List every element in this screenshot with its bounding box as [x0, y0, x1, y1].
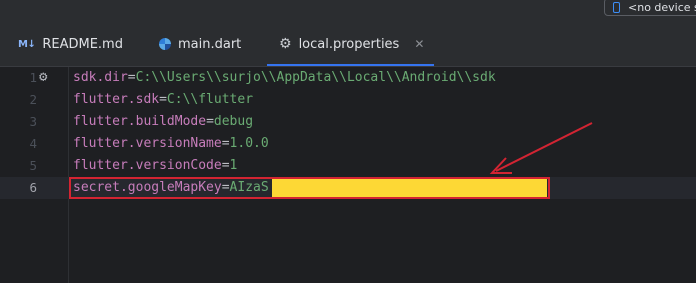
dart-icon [159, 38, 171, 50]
code-editor[interactable]: 1 ⚙ sdk.dir=C:\\Users\\surjo\\AppData\\L… [0, 67, 696, 283]
tab-label: main.dart [178, 36, 242, 52]
phone-icon [613, 1, 620, 13]
markdown-icon: M↓ [18, 38, 36, 50]
tab-readme[interactable]: M↓ README.md [18, 22, 123, 66]
tab-label: local.properties [298, 36, 400, 52]
editor-tab-bar: M↓ README.md main.dart ⚙ local.propertie… [0, 22, 696, 67]
close-icon[interactable]: ✕ [414, 37, 424, 51]
tab-label: README.md [42, 36, 123, 52]
gear-icon: ⚙ [279, 36, 292, 52]
top-toolbar: <no device s [0, 0, 696, 22]
tab-main-dart[interactable]: main.dart [159, 22, 241, 66]
device-selector[interactable]: <no device s [604, 0, 696, 16]
annotation-arrow [489, 122, 593, 174]
tab-local-properties[interactable]: ⚙ local.properties ✕ [266, 22, 435, 66]
device-selector-label: <no device s [628, 0, 696, 14]
